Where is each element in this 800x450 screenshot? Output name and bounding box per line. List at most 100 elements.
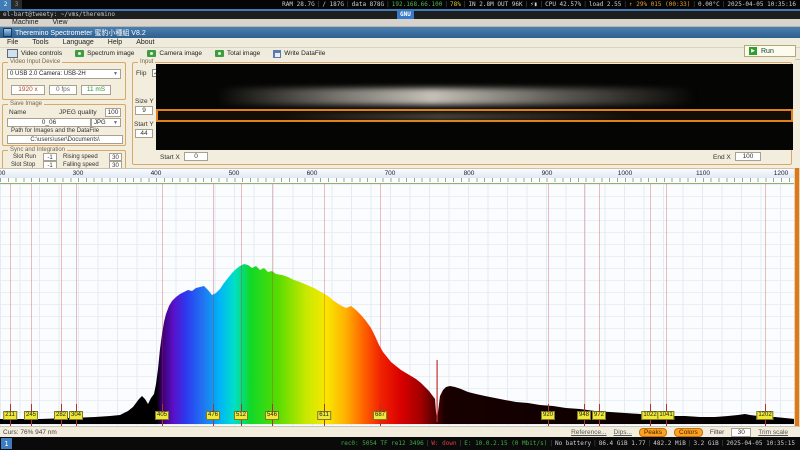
sysbar-segment: / 187G	[322, 1, 344, 8]
plot-scrollbar[interactable]	[794, 168, 800, 426]
reference-label: 611	[317, 411, 331, 420]
camera-select[interactable]: 0 USB 2.0 Camera: USB-2H ▼	[7, 69, 121, 79]
path-label: Path for Images and the DataFile	[11, 128, 99, 134]
fps-field: 0 fps	[49, 85, 77, 95]
trim-scale-button[interactable]: Trim scale	[758, 429, 788, 436]
menu-item[interactable]: Tools	[25, 39, 55, 46]
cursor-line	[437, 360, 438, 422]
sync-group-title: Sync and Integration	[8, 147, 67, 153]
menu-item[interactable]: Help	[101, 39, 129, 46]
gnu-badge: GNU	[397, 11, 414, 19]
reference-line	[599, 184, 600, 426]
chevron-down-icon: ▼	[113, 120, 118, 126]
separator: |	[648, 440, 652, 447]
separator: |	[426, 440, 430, 447]
video-input-group: Video Input Device 0 USB 2.0 Camera: USB…	[2, 62, 126, 100]
window-title: Theremino Spectrometer 蜜豹小種組 V8.2	[15, 28, 146, 38]
play-icon: ▶	[749, 47, 757, 55]
write-datafile-button[interactable]: Write DataFile	[268, 49, 330, 59]
spectrum-curve	[0, 184, 795, 426]
reference-line	[324, 184, 325, 426]
workspace-indicator[interactable]: 1	[1, 438, 12, 449]
workspace-tabs: 23	[0, 0, 22, 9]
reference-label: 211	[3, 411, 17, 420]
axis-tick-label: 600	[299, 170, 325, 177]
slot-run-input[interactable]: -1	[43, 153, 57, 161]
separator: |	[692, 1, 696, 8]
status-stats: rec0: 5054 TF re12 3496|W: down|E: 10.0.…	[339, 440, 800, 447]
jpeg-quality-label: JPEG quality	[59, 109, 97, 116]
total-image-label: Total image	[227, 50, 260, 57]
vm-menu-item[interactable]: Machine	[12, 19, 38, 26]
path-input[interactable]: C:\users\user\Documents\	[7, 135, 123, 144]
statusbar-segment: 2025-04-05 10:35:15	[726, 440, 795, 447]
reference-label: 948	[577, 411, 591, 420]
exposure-field: 11 mS	[81, 85, 111, 95]
filter-input[interactable]: 30	[731, 428, 751, 437]
axis-tick-label: 1100	[690, 170, 716, 177]
total-image-button[interactable]: Total image	[210, 49, 265, 58]
reference-line	[548, 184, 549, 426]
camera-strip-image[interactable]	[156, 64, 793, 150]
workspace-tab[interactable]: 3	[11, 0, 22, 9]
spectrum-image-button[interactable]: Spectrum image	[70, 49, 139, 58]
menu-item[interactable]: File	[0, 39, 25, 46]
axis-tick-label: 700	[377, 170, 403, 177]
statusbar-segment: 86.4 GiB 1.77	[599, 440, 646, 447]
workspace-tab[interactable]: 2	[0, 0, 11, 9]
start-x-input[interactable]: 0	[184, 152, 208, 161]
reference-button[interactable]: Reference...	[571, 429, 606, 436]
reference-label: 245	[24, 411, 38, 420]
reference-line	[213, 184, 214, 426]
image-name-input[interactable]: 0_06	[7, 118, 91, 127]
rising-speed-input[interactable]: 30	[109, 153, 122, 161]
vm-menu-item[interactable]: View	[52, 19, 67, 26]
menu-item[interactable]: Language	[56, 39, 101, 46]
axis-tick-label: 900	[534, 170, 560, 177]
separator: |	[688, 440, 692, 447]
end-x-input[interactable]: 100	[735, 152, 761, 161]
run-label: Run	[761, 48, 774, 55]
wavelength-axis: 200300400500600700800900100011001200	[0, 168, 795, 178]
row-selection-rectangle[interactable]	[156, 109, 793, 122]
app-menu-bar: FileToolsLanguageHelpAbout	[0, 38, 800, 48]
terminal-title: el-bart@tweety: ~/vms/theremino	[3, 11, 115, 18]
save-image-group-title: Save Image	[8, 101, 44, 107]
spectrum-plot[interactable]: 2112452823044054765125466116879209489721…	[0, 184, 795, 426]
size-y-input[interactable]: 9	[135, 106, 153, 115]
statusbar-segment: No battery	[555, 440, 591, 447]
window-title-bar: Theremino Spectrometer 蜜豹小種組 V8.2	[0, 27, 800, 38]
save-image-group: Save Image Name JPEG quality 100 0_06 JP…	[2, 104, 126, 146]
reference-line	[162, 184, 163, 426]
peaks-button[interactable]: Peaks	[639, 428, 667, 437]
sysbar-segment: 2025-04-05 10:35:16	[727, 1, 796, 8]
jpeg-quality-input[interactable]: 100	[105, 108, 121, 117]
reference-label: 687	[373, 411, 387, 420]
spectrum-smear	[216, 88, 696, 105]
camera-image-button[interactable]: Camera image	[142, 49, 207, 58]
sysbar-segment: 0.00°C	[698, 1, 720, 8]
menu-item[interactable]: About	[129, 39, 161, 46]
input-panel: Input Flip ✓ Size Y 9 Start Y 44 Start X…	[130, 58, 795, 168]
sysbar-segment: 78%	[450, 1, 461, 8]
run-button[interactable]: ▶ Run	[744, 45, 796, 57]
axis-tick-label: 1000	[612, 170, 638, 177]
separator: |	[583, 1, 587, 8]
colors-button[interactable]: Colors	[674, 428, 703, 437]
scrollbar-thumb[interactable]	[795, 168, 799, 426]
sysbar-segment: 192.168.66.100	[392, 1, 443, 8]
separator: |	[317, 1, 321, 8]
separator: |	[593, 440, 597, 447]
selection-smear	[278, 113, 638, 120]
video-controls-label: Video controls	[21, 50, 62, 57]
separator: |	[623, 1, 627, 8]
separator: |	[549, 440, 553, 447]
reference-label: 476	[206, 411, 220, 420]
terminal-title-bar: el-bart@tweety: ~/vms/theremino GNU	[0, 11, 800, 19]
reference-line	[10, 184, 11, 426]
format-select[interactable]: JPG ▼	[91, 118, 121, 127]
start-y-input[interactable]: 44	[135, 129, 153, 138]
dips-button[interactable]: Dips...	[614, 429, 632, 436]
separator: |	[721, 440, 725, 447]
resolution-field: 1920 x	[11, 85, 45, 95]
